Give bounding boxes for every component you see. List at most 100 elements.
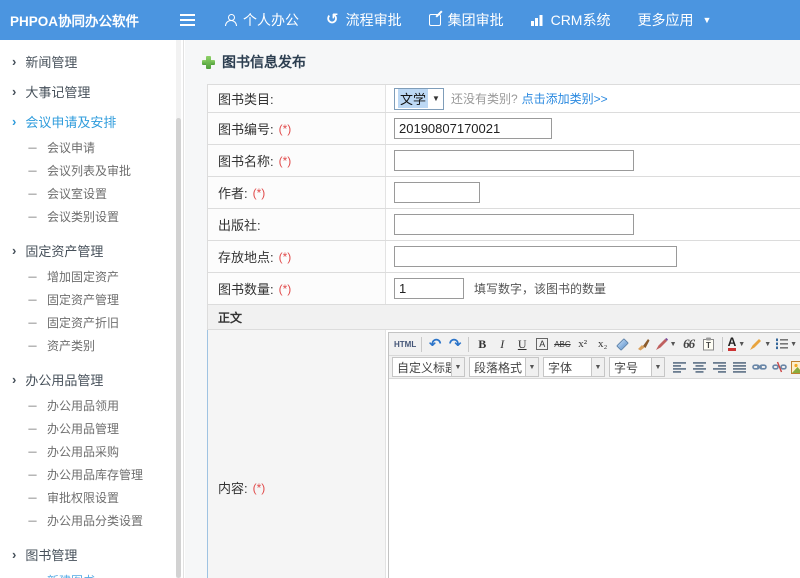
custom-heading-dropdown[interactable]: 自定义标题▼ <box>392 357 465 377</box>
book-name-input[interactable] <box>394 150 634 171</box>
caret-down-icon: ▼ <box>702 15 711 25</box>
brush-icon <box>636 337 650 351</box>
insert-link-button[interactable] <box>750 358 768 377</box>
field-label: 图书数量: <box>218 279 274 298</box>
sidebar-item-fixed-asset-depreciation[interactable]: —固定资产折旧 <box>0 311 183 334</box>
nav-item-group-approval[interactable]: 集团审批 <box>429 10 504 30</box>
editor-content-area[interactable] <box>389 379 800 578</box>
font-size-dropdown[interactable]: 字号▼ <box>609 357 665 377</box>
font-color-button[interactable]: A▼ <box>727 335 747 354</box>
sidebar-item-asset-category[interactable]: —资产类别 <box>0 334 183 357</box>
align-left-button[interactable] <box>670 358 688 377</box>
dash-icon: — <box>28 165 36 177</box>
book-category-select[interactable]: 文学 ▼ <box>394 88 444 110</box>
color-pen-icon <box>655 338 668 351</box>
nav-item-personal-office[interactable]: 个人办公 <box>225 10 299 30</box>
italic-button[interactable]: I <box>493 335 511 354</box>
ordered-list-button[interactable]: ▼ <box>774 335 798 354</box>
insert-image-button[interactable] <box>790 358 800 377</box>
svg-text:T: T <box>706 341 711 350</box>
align-center-button[interactable] <box>690 358 708 377</box>
sidebar-item-fixed-assets-management[interactable]: ›固定资产管理 <box>0 235 183 265</box>
sidebar-item-label: 会议申请 <box>47 139 95 156</box>
sidebar-item-add-fixed-asset[interactable]: —增加固定资产 <box>0 265 183 288</box>
add-category-link[interactable]: 点击添加类别>> <box>522 90 608 107</box>
sidebar-item-meeting-room-settings[interactable]: —会议室设置 <box>0 182 183 205</box>
editor-toolbar-row-1: HTML ↶ ↷ B I U A ABC x² x₂ <box>389 333 800 356</box>
sidebar-item-label: 新建图书 <box>47 572 95 578</box>
undo-button[interactable]: ↶ <box>426 335 444 354</box>
dash-icon: — <box>28 188 36 200</box>
select-caret-icon: ▼ <box>432 94 440 103</box>
sidebar-item-news-management[interactable]: ›新闻管理 <box>0 46 183 76</box>
author-input[interactable] <box>394 182 480 203</box>
align-right-button[interactable] <box>710 358 728 377</box>
dash-icon: — <box>28 340 36 352</box>
sidebar-item-memorabilia-management[interactable]: ›大事记管理 <box>0 76 183 106</box>
quantity-input[interactable] <box>394 278 464 299</box>
sidebar-item-office-supplies-management-sub[interactable]: —办公用品管理 <box>0 417 183 440</box>
sidebar-scrollbar-thumb[interactable] <box>176 118 181 578</box>
form-row-author: 作者:(*) <box>208 177 800 209</box>
sidebar-item-label: 新闻管理 <box>25 52 77 71</box>
sidebar-item-label: 会议列表及审批 <box>47 162 131 179</box>
paste-text-button[interactable]: T <box>700 335 718 354</box>
publisher-input[interactable] <box>394 214 634 235</box>
app-logo: PHPOA协同办公软件 <box>0 10 152 30</box>
sidebar-item-label: 固定资产折旧 <box>47 314 119 331</box>
eraser-button[interactable] <box>614 335 632 354</box>
subscript-button[interactable]: x₂ <box>594 335 612 354</box>
book-code-input[interactable] <box>394 118 552 139</box>
sidebar-item-new-book[interactable]: — 新建图书 <box>0 569 183 578</box>
superscript-button[interactable]: x² <box>574 335 592 354</box>
bold-button[interactable]: B <box>473 335 491 354</box>
hamburger-menu-icon[interactable] <box>180 14 195 26</box>
nav-item-workflow-approval[interactable]: ↺ 流程审批 <box>326 10 402 30</box>
sidebar-item-meeting-category-settings[interactable]: —会议类别设置 <box>0 205 183 228</box>
sidebar-item-meeting-request-and-schedule[interactable]: ›会议申请及安排 <box>0 106 183 136</box>
paint-color-button[interactable]: ▼ <box>654 335 678 354</box>
sidebar-item-label: 会议申请及安排 <box>25 112 116 131</box>
sidebar-item-office-supplies-inventory[interactable]: — 办公用品库存管理 <box>0 463 183 486</box>
paragraph-format-dropdown[interactable]: 段落格式▼ <box>469 357 539 377</box>
toolbar-separator <box>722 337 723 352</box>
nav-item-label: 集团审批 <box>448 10 504 30</box>
blockquote-button[interactable]: 66 <box>680 335 698 354</box>
sidebar-item-book-management[interactable]: ›图书管理 <box>0 539 183 569</box>
dash-icon: — <box>28 469 36 481</box>
nav-item-label: CRM系统 <box>551 10 611 30</box>
sidebar-item-office-supplies-requisition[interactable]: —办公用品领用 <box>0 394 183 417</box>
sidebar-item-label: 办公用品库存管理 <box>47 466 143 483</box>
highlight-color-button[interactable]: ▼ <box>748 335 772 354</box>
align-justify-button[interactable] <box>730 358 748 377</box>
nav-item-more-apps[interactable]: 更多应用 ▼ <box>637 10 711 30</box>
caret-down-icon: ▼ <box>670 341 677 348</box>
format-painter-button[interactable] <box>634 335 652 354</box>
rich-text-editor: HTML ↶ ↷ B I U A ABC x² x₂ <box>388 332 800 578</box>
storage-location-input[interactable] <box>394 246 677 267</box>
sidebar-item-meeting-list-approval[interactable]: — 会议列表及审批 <box>0 159 183 182</box>
underline-button[interactable]: U <box>513 335 531 354</box>
page-header: 图书信息发布 <box>202 52 306 72</box>
html-source-button[interactable]: HTML <box>393 335 417 354</box>
sidebar-item-meeting-request[interactable]: —会议申请 <box>0 136 183 159</box>
field-label: 图书类目: <box>218 89 274 108</box>
remove-format-button[interactable]: A <box>533 335 551 354</box>
sidebar-item-approval-permission-settings[interactable]: —审批权限设置 <box>0 486 183 509</box>
redo-button[interactable]: ↷ <box>446 335 464 354</box>
sidebar-item-office-supplies-purchase[interactable]: —办公用品采购 <box>0 440 183 463</box>
field-label: 图书名称: <box>218 151 274 170</box>
sidebar-item-fixed-asset-management[interactable]: —固定资产管理 <box>0 288 183 311</box>
strikethrough-button[interactable]: ABC <box>553 335 571 354</box>
caret-down-icon: ▼ <box>525 358 538 376</box>
boxed-a-icon: A <box>536 338 548 350</box>
remove-link-button[interactable] <box>770 358 788 377</box>
nav-item-crm-system[interactable]: CRM系统 <box>531 10 611 30</box>
sidebar-item-label: 办公用品分类设置 <box>47 512 143 529</box>
sidebar-item-office-supplies-category-settings[interactable]: —办公用品分类设置 <box>0 509 183 532</box>
unlink-icon <box>772 360 787 374</box>
dash-icon: — <box>28 575 36 578</box>
sidebar-item-office-supplies-management[interactable]: ›办公用品管理 <box>0 364 183 394</box>
font-family-dropdown[interactable]: 字体▼ <box>543 357 605 377</box>
sidebar-scrollbar-track[interactable] <box>176 40 181 578</box>
